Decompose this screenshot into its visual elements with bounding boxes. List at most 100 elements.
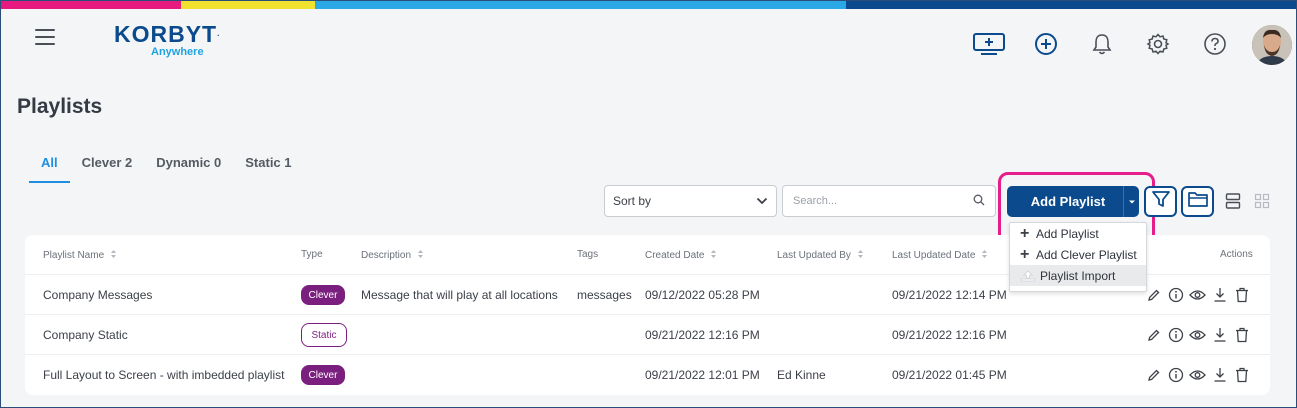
logo-text: KORBYT: [114, 21, 218, 47]
cell-created: 09/12/2022 05:28 PM: [645, 288, 760, 302]
row-actions: [1145, 275, 1250, 315]
download-icon[interactable]: [1211, 327, 1228, 344]
plus-icon: +: [1020, 224, 1030, 242]
col-last-updated-by[interactable]: Last Updated By: [777, 249, 864, 262]
menu-item-playlist-import[interactable]: Playlist Import: [1010, 265, 1146, 286]
sort-icon: [981, 249, 988, 262]
brand-stripe: [1, 1, 1296, 9]
cell-description: Message that will play at all locations: [361, 288, 558, 302]
col-actions: Actions: [1220, 249, 1253, 260]
download-icon[interactable]: [1211, 287, 1228, 304]
col-playlist-name-label: Playlist Name: [43, 250, 105, 261]
type-badge: Clever: [301, 365, 345, 385]
col-playlist-name[interactable]: Playlist Name: [43, 249, 117, 262]
sort-select[interactable]: Sort by: [604, 185, 777, 217]
help-icon[interactable]: [1202, 31, 1228, 57]
edit-icon[interactable]: [1145, 287, 1162, 304]
chevron-down-icon: [756, 194, 768, 208]
cell-name[interactable]: Full Layout to Screen - with imbedded pl…: [43, 355, 284, 395]
cell-created: 09/21/2022 12:01 PM: [645, 368, 760, 382]
table-row[interactable]: Full Layout to Screen - with imbedded pl…: [25, 355, 1270, 395]
plus-circle-icon[interactable]: [1033, 31, 1059, 57]
preview-eye-icon[interactable]: [1189, 367, 1206, 384]
filter-button[interactable]: [1144, 186, 1177, 217]
cell-updated-date: 09/21/2022 01:45 PM: [892, 368, 1007, 382]
preview-eye-icon[interactable]: [1189, 287, 1206, 304]
sort-icon: [110, 249, 117, 262]
cell-type: Clever: [301, 275, 345, 315]
add-playlist-menu: + Add Playlist + Add Clever Playlist Pla…: [1009, 222, 1147, 292]
col-created-date-label: Created Date: [645, 250, 705, 261]
col-description[interactable]: Description: [361, 249, 424, 262]
edit-icon[interactable]: [1145, 367, 1162, 384]
table-row[interactable]: Company Static Static 09/21/2022 12:16 P…: [25, 315, 1270, 355]
page-title: Playlists: [17, 95, 103, 118]
search-box: [782, 185, 996, 217]
logo-subtitle: Anywhere: [151, 46, 204, 58]
menu-item-add-playlist[interactable]: + Add Playlist: [1010, 223, 1146, 244]
app-window: KORBYT. Anywhere Playlists All Clever 2 …: [0, 0, 1297, 408]
folder-button[interactable]: [1181, 186, 1214, 217]
screen-add-icon[interactable]: [971, 31, 1007, 57]
col-created-date[interactable]: Created Date: [645, 249, 717, 262]
cell-name[interactable]: Company Messages: [43, 275, 152, 315]
row-actions: [1145, 355, 1250, 395]
add-playlist-label: Add Playlist: [1030, 194, 1106, 209]
cell-name[interactable]: Company Static: [43, 315, 128, 355]
menu-icon[interactable]: [35, 29, 55, 47]
add-playlist-button[interactable]: Add Playlist: [1007, 186, 1139, 217]
list-view-icon[interactable]: [1222, 190, 1244, 212]
gear-icon[interactable]: [1145, 31, 1171, 57]
delete-trash-icon[interactable]: [1233, 287, 1250, 304]
folder-icon: [1187, 189, 1209, 214]
cell-updated-date: 09/21/2022 12:16 PM: [892, 328, 1007, 342]
header-bar: KORBYT. Anywhere: [1, 9, 1296, 81]
tab-all[interactable]: All: [29, 155, 70, 183]
tab-clever[interactable]: Clever 2: [70, 155, 145, 183]
sort-icon: [710, 249, 717, 262]
row-actions: [1145, 315, 1250, 355]
cell-created: 09/21/2022 12:16 PM: [645, 328, 760, 342]
tab-dynamic[interactable]: Dynamic 0: [144, 155, 233, 183]
search-input[interactable]: [793, 195, 953, 207]
delete-trash-icon[interactable]: [1233, 327, 1250, 344]
edit-icon[interactable]: [1145, 327, 1162, 344]
avatar[interactable]: [1252, 25, 1292, 65]
type-badge: Static: [301, 323, 347, 347]
type-badge: Clever: [301, 285, 345, 305]
col-description-label: Description: [361, 250, 412, 261]
cell-tags: messages: [577, 288, 632, 302]
upload-icon: [1020, 269, 1038, 282]
grid-view-icon[interactable]: [1251, 190, 1273, 212]
menu-item-label: Add Playlist: [1036, 226, 1099, 241]
col-last-updated-date[interactable]: Last Updated Date: [892, 249, 988, 262]
bell-icon[interactable]: [1089, 31, 1115, 57]
cell-type: Static: [301, 315, 347, 355]
download-icon[interactable]: [1211, 367, 1228, 384]
filter-icon: [1151, 189, 1171, 214]
search-icon[interactable]: [973, 194, 985, 209]
tab-static[interactable]: Static 1: [233, 155, 303, 183]
menu-item-label: Playlist Import: [1040, 268, 1116, 283]
cell-updated-date: 09/21/2022 12:14 PM: [892, 288, 1007, 302]
cell-updated-by: Ed Kinne: [777, 368, 826, 382]
preview-eye-icon[interactable]: [1189, 327, 1206, 344]
tab-bar: All Clever 2 Dynamic 0 Static 1: [29, 155, 304, 183]
sort-icon: [857, 249, 864, 262]
info-icon[interactable]: [1167, 287, 1184, 304]
plus-icon: +: [1020, 245, 1030, 263]
info-icon[interactable]: [1167, 367, 1184, 384]
delete-trash-icon[interactable]: [1233, 367, 1250, 384]
sort-icon: [417, 249, 424, 262]
col-tags: Tags: [577, 249, 599, 260]
col-type: Type: [301, 249, 323, 260]
col-last-updated-date-label: Last Updated Date: [892, 250, 976, 261]
menu-item-add-clever-playlist[interactable]: + Add Clever Playlist: [1010, 244, 1146, 265]
info-icon[interactable]: [1167, 327, 1184, 344]
col-last-updated-by-label: Last Updated By: [777, 250, 851, 261]
logo[interactable]: KORBYT. Anywhere: [114, 22, 224, 64]
caret-down-icon[interactable]: [1123, 186, 1139, 217]
menu-item-label: Add Clever Playlist: [1036, 247, 1137, 262]
sort-label: Sort by: [613, 194, 652, 208]
cell-type: Clever: [301, 355, 345, 395]
